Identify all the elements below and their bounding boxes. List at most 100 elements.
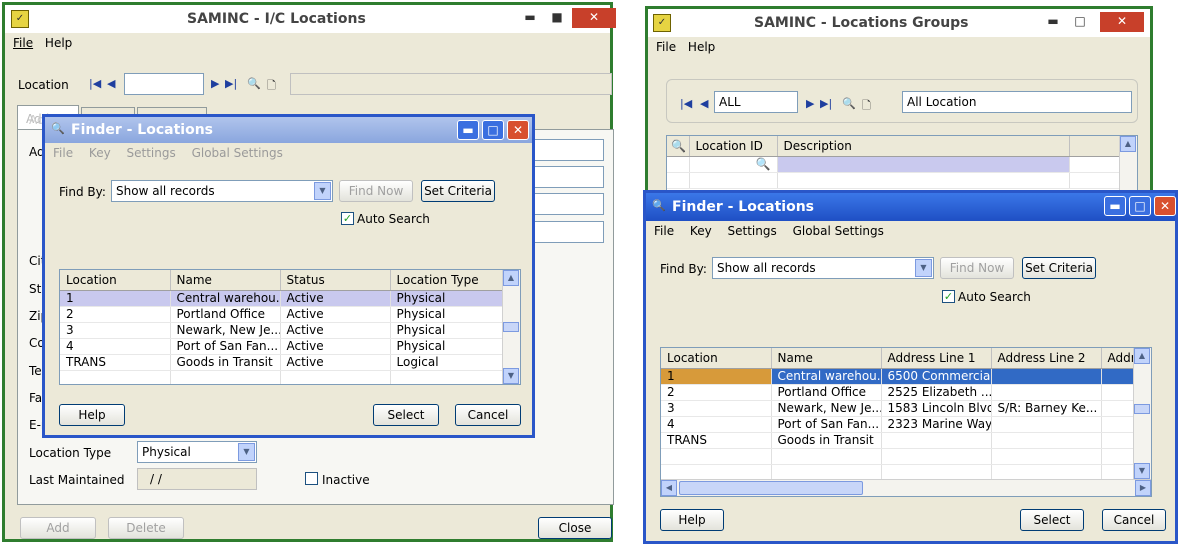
chevron-down-icon[interactable]: ▼ <box>314 182 331 200</box>
chevron-down-icon[interactable]: ▼ <box>915 259 932 277</box>
table-row[interactable]: 1 Central warehou... 6500 Commercia... <box>661 368 1151 385</box>
delete-button[interactable]: Delete <box>108 517 184 539</box>
menu-settings[interactable]: Settings <box>728 224 777 238</box>
scroll-left-icon[interactable]: ◀ <box>661 480 677 496</box>
auto-search-checkbox[interactable]: ✓ <box>341 212 354 225</box>
finder-results-grid[interactable]: Location Name Status Location Type 1 Cen… <box>59 269 521 385</box>
new-document-icon[interactable]: 🗋 <box>862 97 871 116</box>
col-address-line-1[interactable]: Address Line 1 <box>881 348 992 369</box>
menu-key[interactable]: Key <box>690 224 712 238</box>
maximize-icon[interactable]: □ <box>482 120 504 140</box>
minimize-icon[interactable]: ▬ <box>1042 12 1064 32</box>
chevron-down-icon[interactable]: ▼ <box>238 443 255 461</box>
horizontal-scrollbar[interactable]: ◀ ▶ <box>661 479 1151 496</box>
find-by-select[interactable]: Show all records ▼ <box>712 257 934 279</box>
search-icon[interactable]: 🔍 <box>667 136 690 157</box>
menu-settings[interactable]: Settings <box>127 146 176 160</box>
location-type-select[interactable]: Physical ▼ <box>137 441 257 463</box>
menu-file[interactable]: File <box>13 36 33 50</box>
find-by-select[interactable]: Show all records ▼ <box>111 180 333 202</box>
cell[interactable] <box>777 156 1070 173</box>
select-button[interactable]: Select <box>1020 509 1084 531</box>
scroll-thumb[interactable] <box>1134 404 1150 414</box>
maximize-icon[interactable]: □ <box>1129 196 1151 216</box>
group-code-input[interactable]: ALL <box>714 91 798 113</box>
scroll-thumb[interactable] <box>503 322 519 332</box>
menu-help[interactable]: Help <box>688 40 715 54</box>
location-input[interactable] <box>124 73 204 95</box>
maximize-icon[interactable]: ■ <box>546 8 568 28</box>
finder-titlebar[interactable]: 🔍 Finder - Locations ▬ □ ✕ <box>45 117 532 143</box>
scroll-down-icon[interactable]: ▼ <box>1134 463 1150 479</box>
set-criteria-button[interactable]: Set Criteria <box>421 180 495 202</box>
help-button[interactable]: Help <box>59 404 125 426</box>
finder-titlebar[interactable]: 🔍 Finder - Locations ▬ □ ✕ <box>646 193 1176 221</box>
table-row[interactable]: 4 Port of San Fan... 2323 Marine Way <box>661 416 1151 433</box>
close-button[interactable]: Close <box>538 517 612 539</box>
scroll-up-icon[interactable]: ▲ <box>503 270 519 286</box>
help-button[interactable]: Help <box>660 509 724 531</box>
minimize-icon[interactable]: ▬ <box>1104 196 1126 216</box>
finder-magnifier-icon[interactable]: 🔍 <box>247 77 261 90</box>
table-row[interactable]: 1 Central warehou... Active Physical <box>60 290 503 307</box>
address-line-1[interactable] <box>534 139 604 161</box>
search-icon[interactable]: 🔍 <box>689 156 778 173</box>
col-location[interactable]: Location <box>661 348 772 369</box>
group-description-input[interactable]: All Location <box>902 91 1132 113</box>
col-address-line-2[interactable]: Address Line 2 <box>991 348 1102 369</box>
scroll-right-icon[interactable]: ▶ <box>1135 480 1151 496</box>
previous-record-icon[interactable]: ◀ <box>107 77 115 90</box>
ic-locations-titlebar[interactable]: ✓ SAMINC - I/C Locations ▬ ■ ✕ <box>5 5 616 33</box>
col-location-type[interactable]: Location Type <box>390 270 503 291</box>
address-line-2[interactable] <box>534 166 604 188</box>
next-record-icon[interactable]: ▶ <box>211 77 219 90</box>
find-now-button[interactable]: Find Now <box>339 180 413 202</box>
table-row[interactable]: 2 Portland Office Active Physical <box>60 306 503 323</box>
col-location-id[interactable]: Location ID <box>689 136 778 157</box>
scroll-up-icon[interactable]: ▲ <box>1120 136 1136 152</box>
auto-search-checkbox[interactable]: ✓ <box>942 290 955 303</box>
close-icon[interactable]: ✕ <box>1100 12 1144 32</box>
col-status[interactable]: Status <box>280 270 391 291</box>
find-now-button[interactable]: Find Now <box>940 257 1014 279</box>
add-button[interactable]: Add <box>20 517 96 539</box>
first-record-icon[interactable]: |◀ <box>89 77 101 90</box>
scroll-down-icon[interactable]: ▼ <box>503 368 519 384</box>
menu-file[interactable]: File <box>53 146 73 160</box>
menu-global-settings[interactable]: Global Settings <box>192 146 283 160</box>
table-row[interactable]: 🔍 <box>667 156 1120 173</box>
table-row[interactable]: TRANS Goods in Transit <box>661 432 1151 449</box>
minimize-icon[interactable]: ▬ <box>519 8 541 28</box>
menu-key[interactable]: Key <box>89 146 111 160</box>
vertical-scrollbar[interactable]: ▲ ▼ <box>1133 348 1151 479</box>
col-location[interactable]: Location <box>60 270 171 291</box>
table-row[interactable]: TRANS Goods in Transit Active Logical <box>60 354 503 371</box>
cancel-button[interactable]: Cancel <box>1102 509 1166 531</box>
table-row[interactable]: 2 Portland Office 2525 Elizabeth ... <box>661 384 1151 401</box>
menu-file[interactable]: File <box>654 224 674 238</box>
scroll-up-icon[interactable]: ▲ <box>1134 348 1150 364</box>
table-row[interactable]: 4 Port of San Fan... Active Physical <box>60 338 503 355</box>
close-icon[interactable]: ✕ <box>507 120 529 140</box>
inactive-checkbox[interactable] <box>305 472 318 485</box>
first-record-icon[interactable]: |◀ <box>680 97 692 110</box>
select-button[interactable]: Select <box>373 404 439 426</box>
maximize-icon[interactable]: □ <box>1069 12 1091 32</box>
finder-magnifier-icon[interactable]: 🔍 <box>842 97 856 110</box>
menu-help[interactable]: Help <box>45 36 72 50</box>
col-name[interactable]: Name <box>170 270 281 291</box>
cancel-button[interactable]: Cancel <box>455 404 521 426</box>
groups-titlebar[interactable]: ✓ SAMINC - Locations Groups ▬ □ ✕ <box>648 9 1150 37</box>
last-record-icon[interactable]: ▶| <box>820 97 832 110</box>
minimize-icon[interactable]: ▬ <box>457 120 479 140</box>
finder-results-grid[interactable]: Location Name Address Line 1 Address Lin… <box>660 347 1152 497</box>
previous-record-icon[interactable]: ◀ <box>700 97 708 110</box>
table-row[interactable]: 3 Newark, New Je... Active Physical <box>60 322 503 339</box>
new-document-icon[interactable]: 🗋 <box>267 77 276 96</box>
group-locations-grid[interactable]: 🔍 Location ID Description 🔍 ▲ <box>666 135 1138 195</box>
vertical-scrollbar[interactable]: ▲ <box>1119 136 1137 194</box>
menu-global-settings[interactable]: Global Settings <box>793 224 884 238</box>
table-row[interactable]: 3 Newark, New Je... 1583 Lincoln Blvd. S… <box>661 400 1151 417</box>
col-description[interactable]: Description <box>777 136 1070 157</box>
address-line-4[interactable] <box>534 221 604 243</box>
